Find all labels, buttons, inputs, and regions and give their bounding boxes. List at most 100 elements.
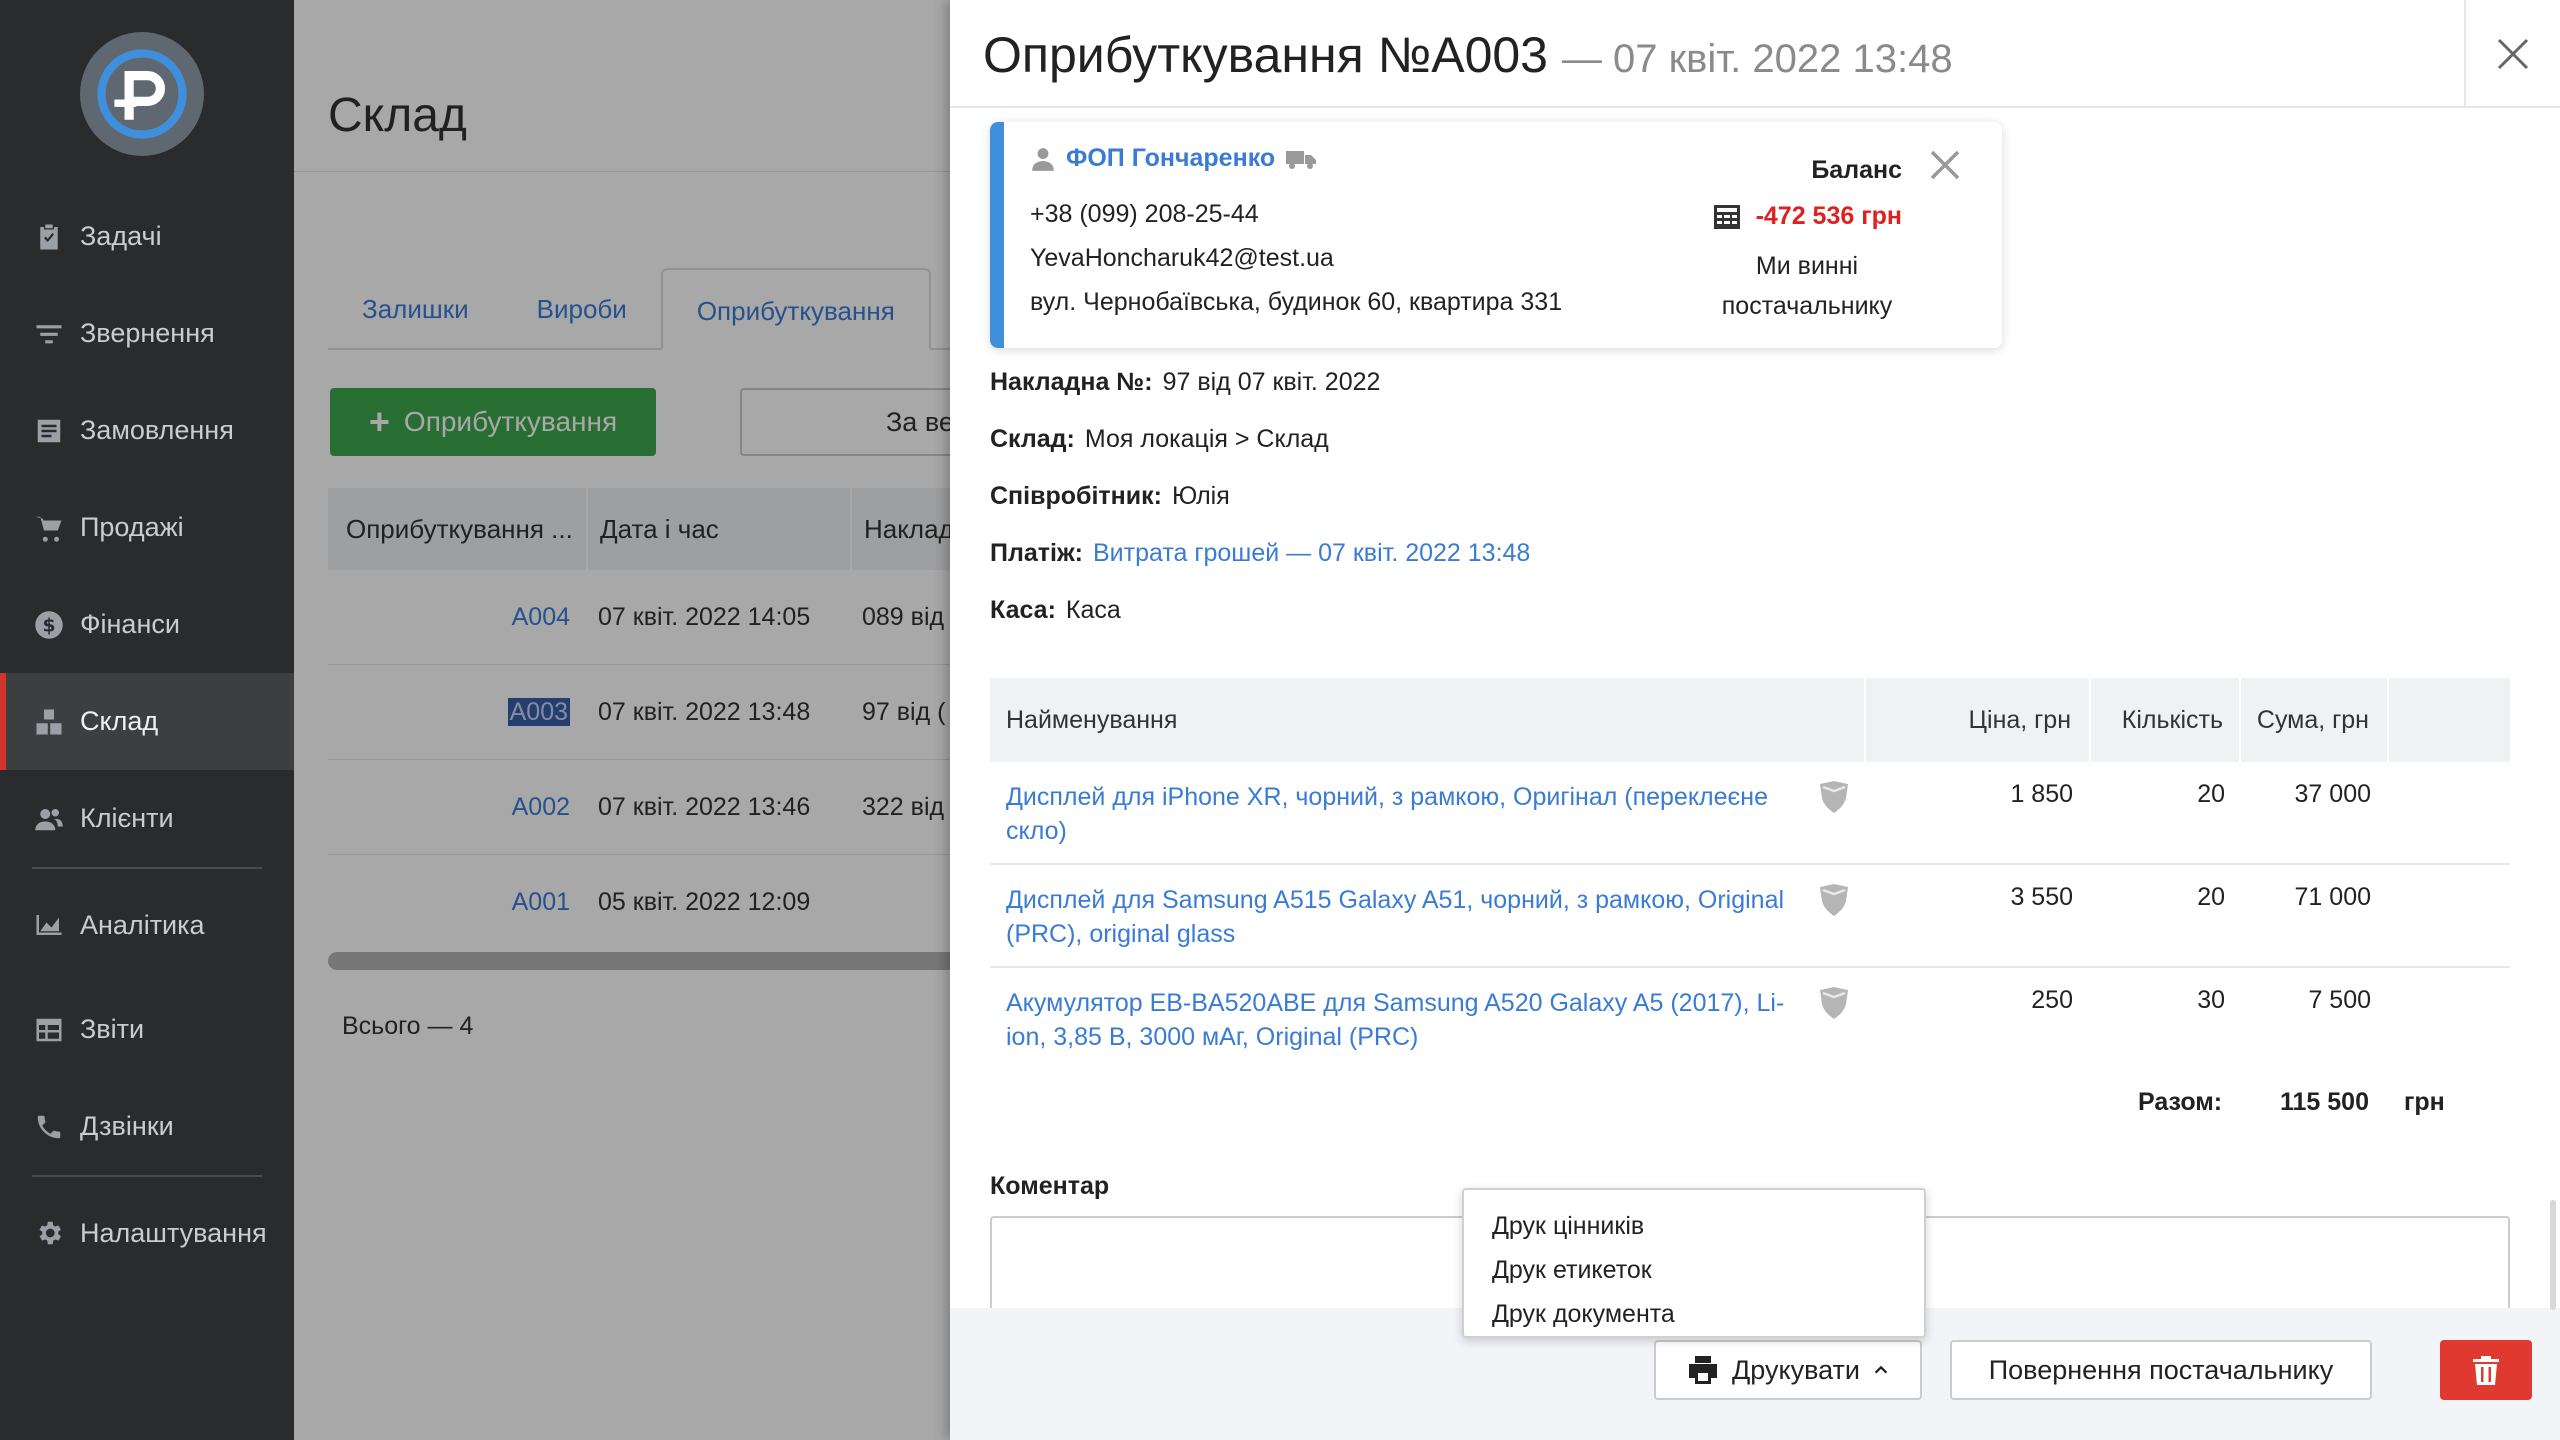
sidebar-item-label: Аналітика [80,909,205,940]
sidebar-item-reports[interactable]: Звіти [0,981,294,1078]
sidebar-item-analytics[interactable]: Аналітика [0,869,294,981]
supplier-address: вул. Чернобаївська, будинок 60, квартира… [1030,288,1563,316]
item-sum: 7 500 [2308,986,2371,1014]
warranty-shield-icon[interactable] [1818,986,1850,1020]
logo-icon [97,49,187,139]
invoice-value: 97 від 07 квіт. 2022 [1162,368,1381,396]
sidebar: Задачі Звернення Замовлення Продажі $ Фі… [0,0,294,1440]
svg-text:$: $ [42,615,55,636]
sidebar-item-label: Дзвінки [80,1111,174,1141]
item-row: Акумулятор EB-BA520ABE для Samsung A520 … [990,968,2510,1071]
column-header-price: Ціна, грн [1866,678,2091,762]
items-table: Найменування Ціна, грн Кількість Сума, г… [990,678,2510,1071]
sidebar-item-sales[interactable]: Продажі [0,479,294,576]
print-button[interactable]: Друкувати [1654,1340,1922,1400]
trash-icon [2473,1356,2499,1385]
comment-label: Коментар [990,1172,1110,1200]
return-to-supplier-button[interactable]: Повернення постачальнику [1950,1340,2372,1400]
balance-amount: -472 536 грн [1755,202,1902,230]
printer-icon [1688,1356,1717,1384]
cash-register-icon [1713,204,1740,229]
item-name-cell: Акумулятор EB-BA520ABE для Samsung A520 … [990,968,1866,1071]
sidebar-item-label: Склад [80,706,159,736]
sidebar-item-label: Замовлення [80,415,234,445]
print-dropdown-menu: Друк цінників Друк етикеток Друк докумен… [1462,1188,1926,1338]
supplier-phone[interactable]: +38 (099) 208-25-44 [1030,200,1259,229]
warranty-shield-icon[interactable] [1818,780,1850,814]
area-chart-icon [32,908,66,942]
chevron-up-icon [1874,1365,1888,1374]
item-name-cell: Дисплей для iPhone XR, чорний, з рамкою,… [990,762,1866,863]
remove-supplier-icon[interactable] [1928,148,1962,182]
receipt-drawer: Оприбуткування №A003 — 07 квіт. 2022 13:… [950,0,2560,1440]
total-label: Разом: [2138,1088,2223,1116]
supplier-card: ФОП Гончаренко +38 (099) 208-25-44 YevaH… [990,122,2002,348]
item-qty: 30 [2197,986,2225,1014]
truck-icon [1286,150,1317,169]
item-name-link[interactable]: Акумулятор EB-BA520ABE для Samsung A520 … [1006,986,1786,1054]
warehouse-value: Моя локація > Склад [1084,425,1329,453]
item-name-link[interactable]: Дисплей для Samsung A515 Galaxy A51, чор… [1006,883,1786,951]
column-header-actions [2389,678,2510,762]
drawer-title: Оприбуткування №A003 — 07 квіт. 2022 13:… [983,26,1953,84]
supplier-email[interactable]: YevaHoncharuk42@test.ua [1030,244,1334,273]
close-icon [2497,38,2529,70]
balance-value: -472 536 грн [1712,202,1902,231]
payment-link[interactable]: Витрата грошей — 07 квіт. 2022 13:48 [1093,539,1530,567]
sidebar-item-settings[interactable]: Налаштування [0,1177,294,1289]
sidebar-item-finance[interactable]: $ Фінанси [0,576,294,673]
payment-info: Платіж: Витрата грошей — 07 квіт. 2022 13… [990,539,1530,568]
warranty-shield-icon[interactable] [1818,883,1850,917]
dollar-icon: $ [32,608,66,642]
sidebar-item-tasks[interactable]: Задачі [0,188,294,285]
vertical-scrollbar[interactable] [2550,1200,2556,1310]
receipt-datetime: — 07 квіт. 2022 13:48 [1561,37,1953,81]
item-price: 1 850 [2010,780,2073,808]
item-name-cell: Дисплей для Samsung A515 Galaxy A51, чор… [990,865,1866,966]
invoice-label: Накладна №: [990,368,1153,396]
menu-item-print-price-tags[interactable]: Друк цінників [1464,1204,1924,1248]
supplier-name: ФОП Гончаренко [1066,144,1276,172]
sidebar-item-label: Клієнти [80,803,174,833]
warehouse-label: Склад: [990,425,1075,453]
sidebar-item-clients[interactable]: Клієнти [0,770,294,867]
item-qty: 20 [2197,883,2225,911]
order-list-icon [32,414,66,448]
filter-icon [32,317,66,351]
item-name-link[interactable]: Дисплей для iPhone XR, чорний, з рамкою,… [1006,780,1786,848]
payment-label: Платіж: [990,539,1083,567]
sidebar-item-label: Продажі [80,512,184,542]
column-header-qty: Кількість [2091,678,2241,762]
cart-icon [32,511,66,545]
supplier-name-link[interactable]: ФОП Гончаренко [1030,144,1317,173]
sidebar-item-label: Налаштування [80,1217,267,1248]
sidebar-item-requests[interactable]: Звернення [0,285,294,382]
sidebar-item-label: Звернення [80,318,215,348]
menu-item-print-labels[interactable]: Друк етикеток [1464,1248,1924,1292]
close-drawer-button[interactable] [2464,0,2560,108]
warehouse-info: Склад: Моя локація > Склад [990,425,1329,454]
sidebar-item-label: Задачі [80,221,162,251]
user-icon [1032,147,1054,171]
total-currency: грн [2404,1088,2445,1116]
item-row: Дисплей для Samsung A515 Galaxy A51, чор… [990,865,2510,968]
sidebar-item-orders[interactable]: Замовлення [0,382,294,479]
cash-value: Каса [1065,596,1121,624]
card-accent-bar [990,122,1004,348]
cash-info: Каса: Каса [990,596,1121,625]
boxes-icon [32,705,66,739]
employee-info: Співробітник: Юлія [990,482,1230,511]
delete-button[interactable] [2440,1340,2532,1400]
employee-value: Юлія [1171,482,1230,510]
sidebar-item-warehouse[interactable]: Склад [0,673,294,770]
column-header-sum: Сума, грн [2241,678,2389,762]
print-button-label: Друкувати [1731,1354,1861,1385]
item-row: Дисплей для iPhone XR, чорний, з рамкою,… [990,762,2510,865]
sidebar-item-calls[interactable]: Дзвінки [0,1078,294,1175]
app-logo[interactable] [80,32,204,156]
item-sum: 37 000 [2294,780,2371,808]
items-table-header: Найменування Ціна, грн Кількість Сума, г… [990,678,2510,762]
item-qty: 20 [2197,780,2225,808]
menu-item-print-document[interactable]: Друк документа [1464,1292,1924,1336]
sidebar-item-label: Фінанси [80,609,180,639]
